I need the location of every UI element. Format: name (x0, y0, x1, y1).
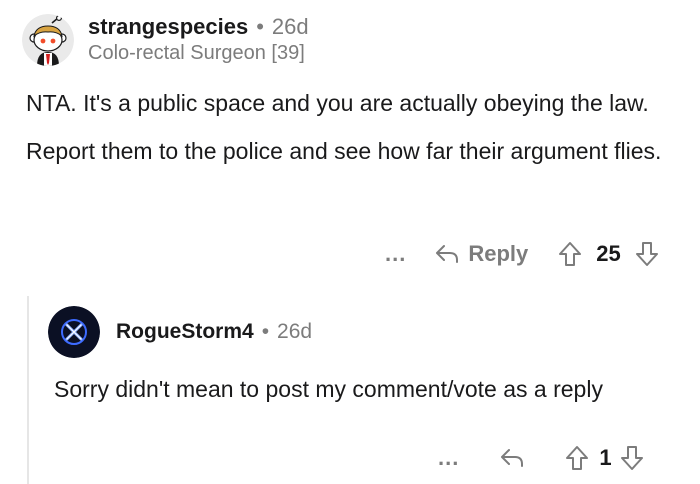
username[interactable]: RogueStorm4 (116, 319, 254, 345)
thread-line[interactable] (27, 296, 29, 484)
meta-separator: • (261, 320, 270, 343)
downvote-button[interactable] (635, 240, 659, 268)
comment-paragraph: NTA. It's a public space and you are act… (26, 90, 649, 116)
reply-button[interactable] (499, 446, 525, 470)
avatar[interactable] (48, 306, 100, 358)
user-flair: Colo-rectal Surgeon [39] (88, 42, 305, 64)
upvote-arrow-icon (559, 242, 582, 266)
username[interactable]: strangespecies (88, 14, 248, 40)
avatar[interactable] (22, 14, 74, 66)
comment-age[interactable]: 26d (277, 319, 312, 345)
reply-label: Reply (468, 241, 529, 266)
reply-arrow-icon (501, 449, 524, 467)
comment-paragraph: Report them to the police and see how fa… (26, 138, 662, 164)
upvote-arrow-icon (566, 446, 589, 470)
blue-x-logo-avatar-icon (48, 306, 100, 358)
reply-button[interactable]: Reply (434, 241, 528, 267)
reply-header: RogueStorm4 • 26d (48, 306, 312, 358)
comment-age[interactable]: 26d (272, 14, 309, 40)
more-options-button[interactable]: ... (438, 447, 459, 469)
reply-body: Sorry didn't mean to post my comment/vot… (54, 376, 603, 402)
upvote-button[interactable] (565, 444, 589, 472)
comment-body: NTA. It's a public space and you are act… (26, 88, 676, 167)
upvote-button[interactable] (558, 240, 582, 268)
vote-score: 25 (596, 241, 621, 266)
reply-arrow-icon (436, 245, 459, 263)
reply-actions: ... 1 (438, 443, 644, 473)
comment-header: strangespecies • 26d Colo-rectal Surgeon… (22, 14, 309, 66)
more-options-button[interactable]: ... (385, 243, 406, 265)
downvote-button[interactable] (620, 444, 644, 472)
vote-score: 1 (599, 445, 612, 470)
downvote-arrow-icon (635, 242, 658, 266)
meta-separator: • (256, 14, 264, 39)
downvote-arrow-icon (620, 446, 643, 470)
reply-meta: RogueStorm4 • 26d (116, 319, 312, 345)
comment-meta: strangespecies • 26d (88, 14, 309, 40)
reddit-snoo-avatar-icon (22, 14, 74, 66)
comment-actions: ... Reply 25 (385, 238, 659, 270)
